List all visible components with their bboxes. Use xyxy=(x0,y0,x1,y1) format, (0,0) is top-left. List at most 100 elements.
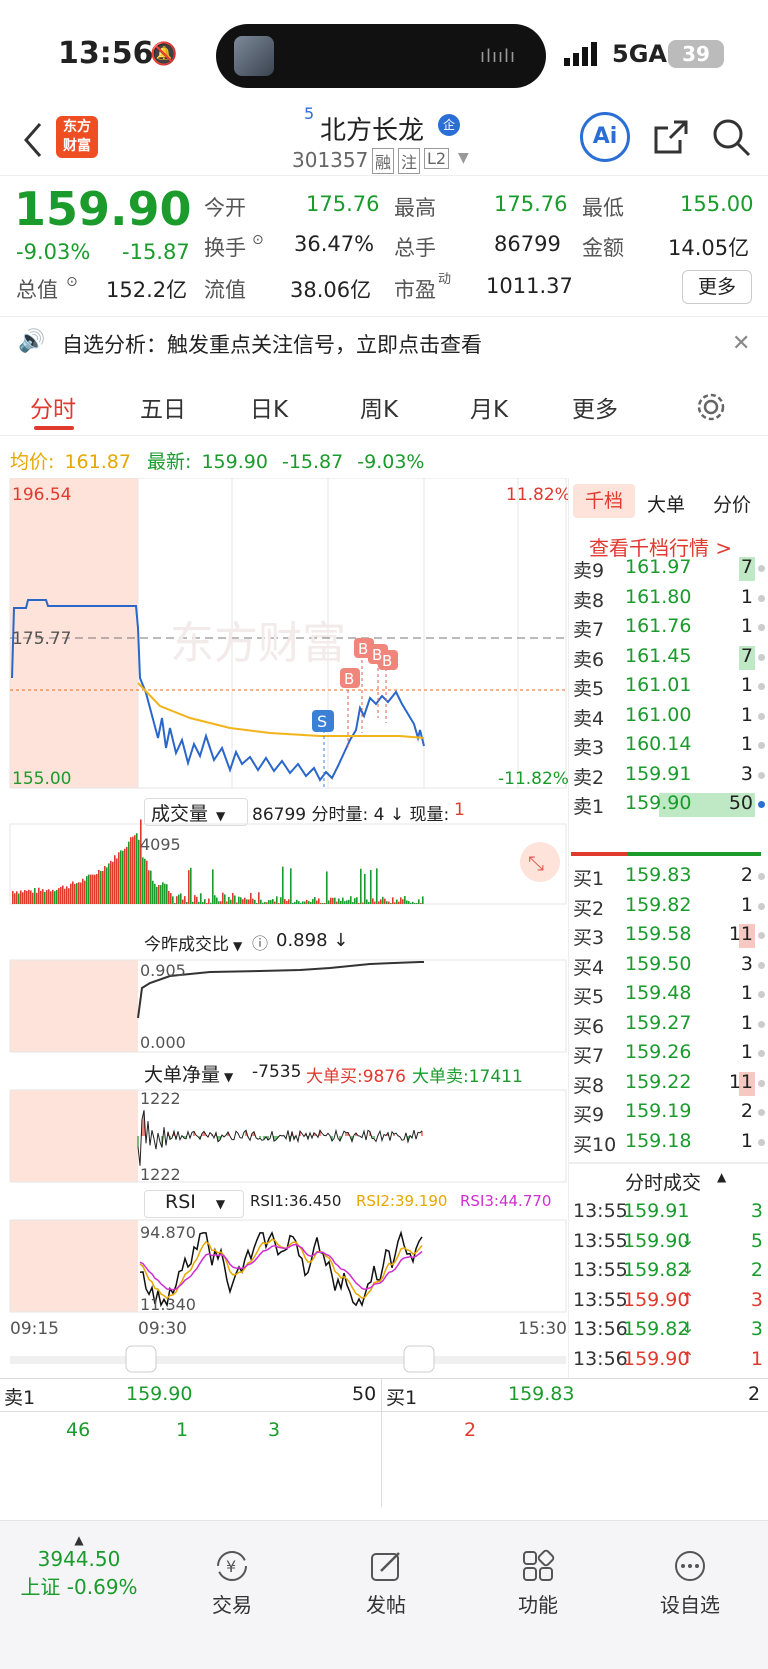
signal-s[interactable]: S xyxy=(317,712,327,731)
avg-value: 161.87 xyxy=(64,451,131,473)
tab-intraday[interactable]: 分时 xyxy=(30,390,76,424)
bigorder-indicator-select[interactable]: 大单净量 ▼ xyxy=(144,1060,248,1088)
more-button[interactable]: 更多 xyxy=(682,270,752,304)
trade-time: 13:55 xyxy=(573,1288,628,1311)
row-dot xyxy=(758,961,765,969)
bid-row[interactable]: 买8 159.22 11 xyxy=(569,1069,768,1099)
trades-title[interactable]: 分时成交 xyxy=(625,1168,701,1195)
volume-bar xyxy=(64,888,66,904)
volume-bar xyxy=(328,900,330,904)
volume-bar xyxy=(104,865,106,904)
volume-bar xyxy=(312,899,314,904)
stock-header-nav: 东方 财富 5 北方长龙 企 301357 融 注 L2 ▼ Ai xyxy=(0,104,768,176)
volume-bar xyxy=(340,900,342,904)
volume-bar xyxy=(106,867,108,904)
bid-row[interactable]: 买5 159.48 1 xyxy=(569,980,768,1010)
trade-row: 13:56 159.90 ↑ 1 xyxy=(569,1346,768,1376)
add-watchlist-button[interactable]: 设自选 xyxy=(630,1549,750,1618)
range-handle-left[interactable] xyxy=(125,1345,157,1373)
caret-up-icon[interactable]: ▲ xyxy=(717,1170,726,1184)
volume-bar xyxy=(82,878,84,904)
ai-button[interactable]: Ai xyxy=(580,112,630,162)
settings-gear-icon[interactable] xyxy=(696,392,726,422)
trade-row: 13:55 159.82 ↓ 2 xyxy=(569,1257,768,1287)
volume-bar xyxy=(148,870,150,904)
intraday-chart[interactable]: 东方财富 S B B B B 196.54 175.77 155.00 11.8… xyxy=(0,477,571,1398)
volume-bar xyxy=(126,846,128,904)
trade-price: 159.90 xyxy=(623,1288,690,1311)
rsi2-value: RSI2:39.190 xyxy=(356,1192,448,1210)
volume-bar xyxy=(144,858,146,904)
trade-arrow: ↑ xyxy=(681,1288,695,1308)
pct-top-label: 11.82% xyxy=(506,485,568,505)
share-icon[interactable] xyxy=(652,118,690,156)
function-button[interactable]: 功能 xyxy=(478,1549,598,1618)
volume-bar xyxy=(88,874,90,904)
trade-button[interactable]: ¥ 交易 xyxy=(172,1549,292,1618)
trade-qty: 5 xyxy=(750,1229,763,1252)
pe-value: 1011.37 xyxy=(486,274,573,298)
volume-bar xyxy=(94,874,96,904)
tab-daily-k[interactable]: 日K xyxy=(250,390,288,424)
trade-qty: 2 xyxy=(750,1259,763,1282)
tab-more[interactable]: 更多 xyxy=(572,390,618,424)
high-label: 最高 xyxy=(394,196,436,220)
volume-bar xyxy=(98,869,100,904)
volume-bar xyxy=(172,896,174,904)
signal-b2[interactable]: B xyxy=(358,640,368,658)
index-widget[interactable]: ▲ 3944.50 上证 -0.69% xyxy=(14,1533,144,1600)
signal-b3[interactable]: B xyxy=(372,646,382,664)
bid-row[interactable]: 买4 159.50 3 xyxy=(569,951,768,981)
trade-arrow: ↓ xyxy=(681,1318,695,1338)
rsi-indicator-select[interactable]: RSI ▼ xyxy=(144,1190,244,1218)
notice-banner[interactable]: 🔊 自选分析：触发重点关注信号，立即点击查看 ✕ xyxy=(0,316,768,376)
tab-five-day[interactable]: 五日 xyxy=(140,390,186,424)
volume-bar xyxy=(174,903,176,904)
search-icon[interactable] xyxy=(712,118,752,158)
bid-row[interactable]: 买9 159.19 2 xyxy=(569,1098,768,1128)
ratio-indicator-select[interactable]: 今昨成交比 ▼ xyxy=(144,930,248,958)
bid-row[interactable]: 买2 159.82 1 xyxy=(569,892,768,922)
bid-row[interactable]: 买10 159.18 1 xyxy=(569,1128,768,1158)
volume-bar xyxy=(362,902,364,904)
bid-row[interactable]: 买3 159.58 11 xyxy=(569,921,768,951)
volume-bar xyxy=(224,894,226,904)
volume-bar xyxy=(130,837,132,904)
row-qty: 3 xyxy=(740,952,753,975)
volume-bar xyxy=(304,901,306,904)
volume-bar xyxy=(116,858,118,904)
ask1-part: 3 xyxy=(268,1419,281,1441)
trade-price: 159.90 xyxy=(623,1229,690,1252)
chevron-down-icon[interactable]: ▼ xyxy=(458,150,469,166)
volume-bar xyxy=(92,874,94,904)
volume-bar xyxy=(358,903,360,904)
signal-b1[interactable]: B xyxy=(344,670,354,688)
help-icon[interactable]: ⓘ xyxy=(252,930,268,954)
expand-icon[interactable]: ⤡ xyxy=(528,851,544,875)
bid-row[interactable]: 买6 159.27 1 xyxy=(569,1010,768,1040)
more-dots-icon[interactable]: ⊙ xyxy=(252,232,264,248)
range-handle-right[interactable] xyxy=(403,1345,435,1373)
volume-bar xyxy=(386,901,388,904)
dynamic-island[interactable]: ılıılı xyxy=(216,24,546,88)
volume-bar xyxy=(306,899,308,904)
row-price: 159.48 xyxy=(625,982,692,1004)
volume-bar xyxy=(310,901,312,904)
volume-bar xyxy=(162,882,164,904)
volume-bar xyxy=(156,886,158,904)
tab-weekly-k[interactable]: 周K xyxy=(360,390,398,424)
dropdown-icon: ▼ xyxy=(224,1070,234,1084)
close-icon[interactable]: ✕ xyxy=(732,331,750,356)
signal-b4[interactable]: B xyxy=(382,652,392,670)
volume-indicator-select[interactable]: 成交量 ▼ xyxy=(144,798,248,826)
post-button[interactable]: 发帖 xyxy=(326,1549,446,1618)
tab-monthly-k[interactable]: 月K xyxy=(470,390,508,424)
volume-bar xyxy=(322,903,324,904)
bid-row[interactable]: 买7 159.26 1 xyxy=(569,1039,768,1069)
bid-row[interactable]: 买1 159.83 2 xyxy=(569,862,768,892)
volume-bar xyxy=(326,871,328,904)
dropdown-icon: ▼ xyxy=(215,1197,226,1211)
volume-bar xyxy=(100,870,102,904)
back-icon[interactable] xyxy=(22,122,44,158)
info-dots-icon[interactable]: ⊙ xyxy=(66,274,78,290)
